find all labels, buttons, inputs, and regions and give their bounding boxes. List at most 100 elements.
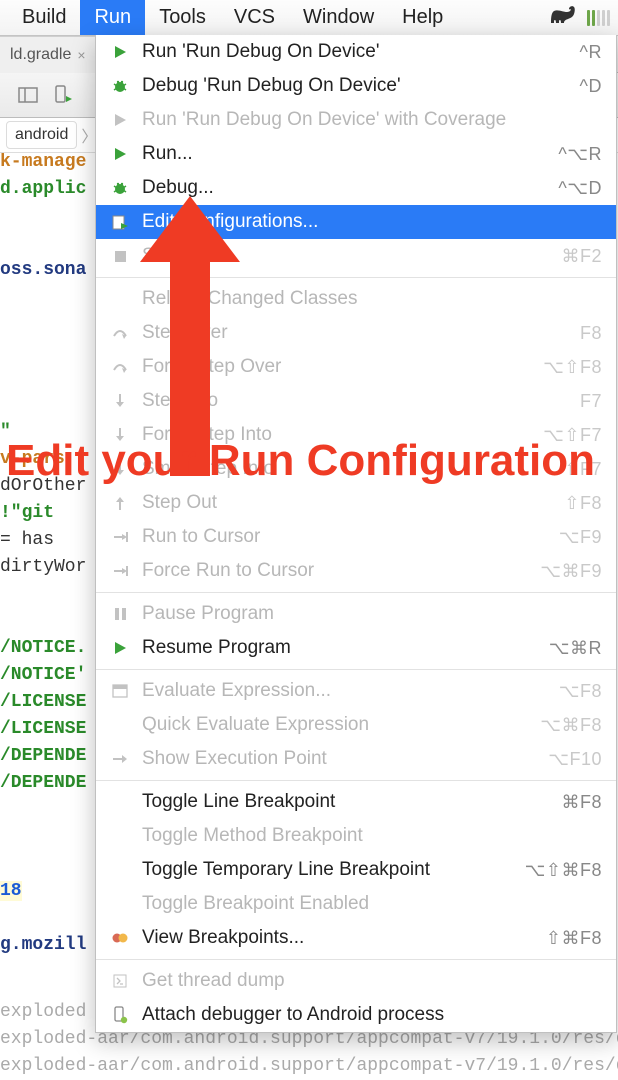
menu-item-shortcut: ⌘F8 [553, 792, 602, 813]
menu-item[interactable]: View Breakpoints...⇧⌘F8 [96, 921, 616, 955]
force-run-to-cursor-icon [108, 564, 132, 578]
menu-item-shortcut: ⌥F10 [540, 749, 602, 770]
menu-item-label: Smart Step Into [142, 458, 556, 480]
menu-item: Toggle Method Breakpoint [96, 819, 616, 853]
menu-item[interactable]: Run...^⌥R [96, 137, 616, 171]
menu-item: Force Step Into⌥⇧F7 [96, 418, 616, 452]
menu-item-label: Run 'Run Debug On Device' [142, 41, 572, 63]
menu-run[interactable]: Run [80, 0, 145, 35]
menu-item-label: Resume Program [142, 637, 541, 659]
menu-separator [96, 780, 616, 781]
menu-item: Step Out⇧F8 [96, 486, 616, 520]
pause-icon [108, 607, 132, 621]
evaluate-icon [108, 684, 132, 698]
menu-item-shortcut: F7 [572, 391, 602, 412]
menu-item[interactable]: Toggle Line Breakpoint⌘F8 [96, 785, 616, 819]
play-green-icon [108, 45, 132, 59]
close-icon[interactable]: × [77, 47, 85, 63]
tab-label: ld.gradle [10, 46, 71, 64]
menu-vcs[interactable]: VCS [220, 0, 289, 35]
menu-item-shortcut: ⌥⇧⌘F8 [517, 860, 602, 881]
menu-separator [96, 592, 616, 593]
run-to-cursor-icon [108, 530, 132, 544]
menu-item: Step IntoF7 [96, 384, 616, 418]
menu-item-shortcut: ⇧F8 [556, 493, 602, 514]
gradle-elephant-icon [551, 5, 581, 31]
bug-green-icon [108, 180, 132, 196]
menu-item-label: View Breakpoints... [142, 927, 538, 949]
menu-item-shortcut: ⌥⌘F8 [532, 715, 602, 736]
menu-item-label: Debug... [142, 177, 550, 199]
menu-item: Quick Evaluate Expression⌥⌘F8 [96, 708, 616, 742]
menu-tools[interactable]: Tools [145, 0, 220, 35]
edit-config-icon [108, 214, 132, 230]
menu-item-label: Edit Configurations... [142, 211, 602, 233]
force-step-into-icon [108, 427, 132, 443]
menu-item-label: Pause Program [142, 603, 602, 625]
breadcrumb-crumb[interactable]: android [6, 121, 77, 149]
menu-item: Run to Cursor⌥F9 [96, 520, 616, 554]
menu-item: Show Execution Point⌥F10 [96, 742, 616, 776]
menu-item: Force Run to Cursor⌥⌘F9 [96, 554, 616, 588]
menu-item-label: Step Over [142, 322, 572, 344]
android-attach-icon [108, 1006, 132, 1024]
menu-item-shortcut: F8 [572, 323, 602, 344]
menu-item: Smart Step Into⇧F7 [96, 452, 616, 486]
menu-item-shortcut: ⌥⌘F9 [532, 561, 602, 582]
menu-item: Run 'Run Debug On Device' with Coverage [96, 103, 616, 137]
menu-item-shortcut: ⌥⇧F8 [535, 357, 602, 378]
menu-separator [96, 959, 616, 960]
menu-build[interactable]: Build [8, 0, 80, 35]
menu-item: Reload Changed Classes [96, 282, 616, 316]
menu-help[interactable]: Help [388, 0, 457, 35]
menu-window[interactable]: Window [289, 0, 388, 35]
step-out-icon [108, 495, 132, 511]
thread-dump-icon [108, 973, 132, 989]
breakpoints-icon [108, 931, 132, 945]
menu-item-label: Toggle Line Breakpoint [142, 791, 553, 813]
menu-item-label: Debug 'Run Debug On Device' [142, 75, 572, 97]
editor-tab[interactable]: ld.gradle × [0, 36, 97, 73]
menu-item-shortcut: ^⌥R [550, 144, 602, 165]
menu-item-shortcut: ⌥F8 [551, 681, 602, 702]
menu-item[interactable]: Debug...^⌥D [96, 171, 616, 205]
menu-item: Evaluate Expression...⌥F8 [96, 674, 616, 708]
device-run-icon[interactable] [52, 85, 72, 105]
menu-item-label: Force Step Over [142, 356, 535, 378]
menu-item[interactable]: Run 'Run Debug On Device'^R [96, 35, 616, 69]
menu-item[interactable]: Attach debugger to Android process [96, 998, 616, 1032]
step-over-icon [108, 326, 132, 340]
menu-item-shortcut: ⇧F7 [556, 459, 602, 480]
menu-item[interactable]: Toggle Temporary Line Breakpoint⌥⇧⌘F8 [96, 853, 616, 887]
show-exec-icon [108, 752, 132, 766]
menu-item-label: Show Execution Point [142, 748, 540, 770]
menu-item-shortcut: ⌥⌘R [541, 638, 602, 659]
smart-step-into-icon [108, 461, 132, 477]
menu-item-label: Quick Evaluate Expression [142, 714, 532, 736]
menu-item-label: Stop [142, 245, 553, 267]
menu-item: Stop⌘F2 [96, 239, 616, 273]
layout-icon[interactable] [18, 85, 38, 105]
menu-item: Pause Program [96, 597, 616, 631]
menu-item-shortcut: ⌘F2 [553, 246, 602, 267]
step-into-icon [108, 393, 132, 409]
battery-indicator-icon [581, 10, 610, 26]
menu-item-shortcut: ^R [572, 42, 602, 63]
menu-item-shortcut: ⌥⇧F7 [535, 425, 602, 446]
menu-item: Get thread dump [96, 964, 616, 998]
menu-item[interactable]: Debug 'Run Debug On Device'^D [96, 69, 616, 103]
menu-item-label: Force Run to Cursor [142, 560, 532, 582]
stop-icon [108, 250, 132, 263]
menu-item: Toggle Breakpoint Enabled [96, 887, 616, 921]
play-green-icon [108, 641, 132, 655]
menu-item[interactable]: Edit Configurations... [96, 205, 616, 239]
menu-item-label: Run to Cursor [142, 526, 551, 548]
menu-separator [96, 277, 616, 278]
menu-item-label: Attach debugger to Android process [142, 1004, 602, 1026]
menu-item: Step OverF8 [96, 316, 616, 350]
menu-item-label: Toggle Temporary Line Breakpoint [142, 859, 517, 881]
menu-item[interactable]: Resume Program⌥⌘R [96, 631, 616, 665]
menu-item-shortcut: ⇧⌘F8 [538, 928, 602, 949]
menu-item-label: Toggle Breakpoint Enabled [142, 893, 602, 915]
bug-green-icon [108, 78, 132, 94]
